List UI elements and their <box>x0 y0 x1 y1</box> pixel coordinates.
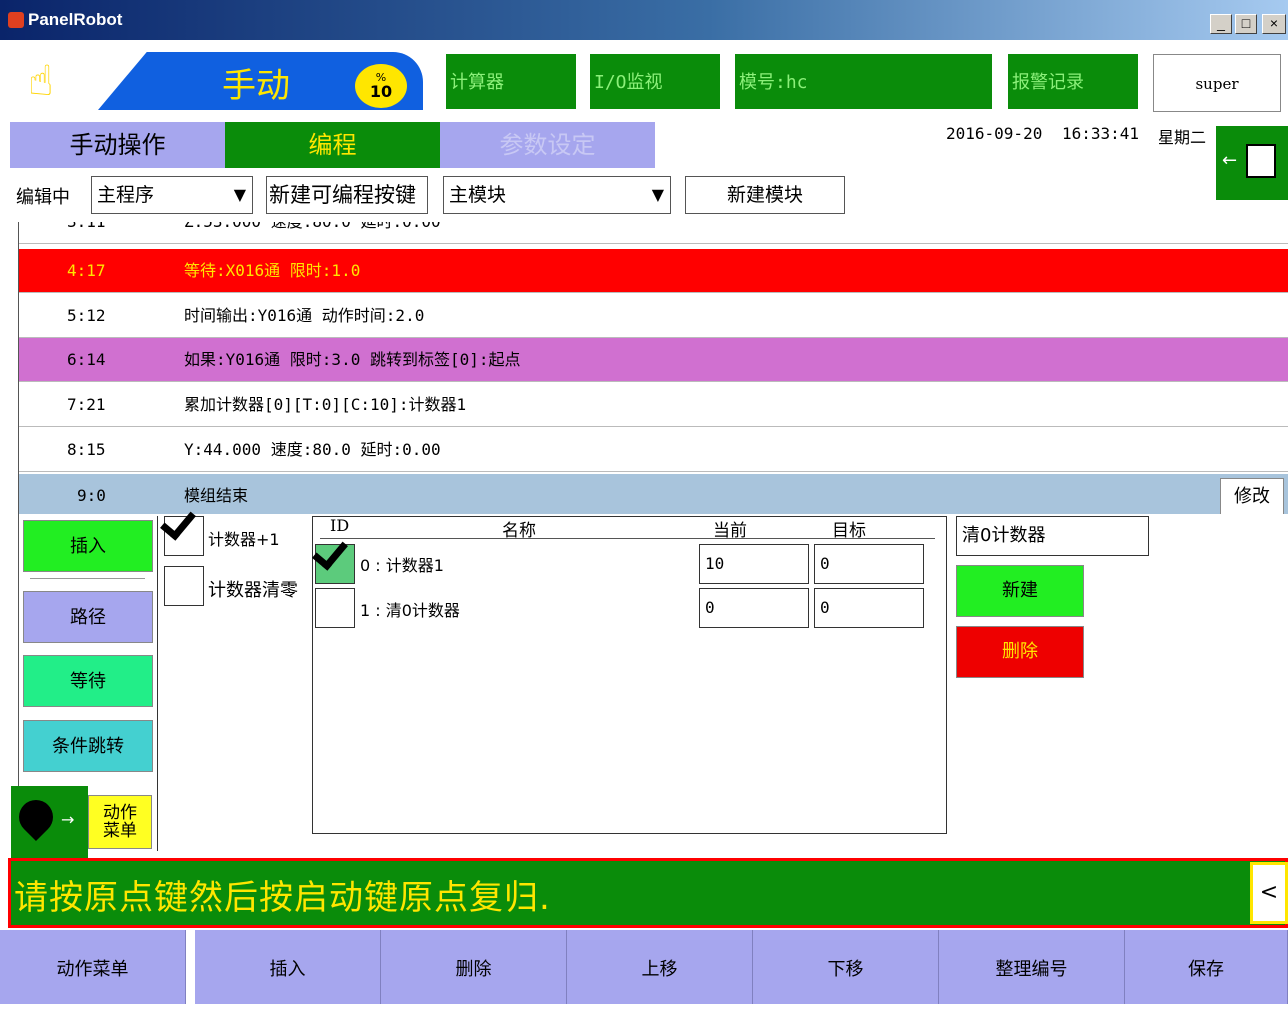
counter-clear-label: 计数器清零 <box>208 580 298 601</box>
counter-target-input[interactable]: 0 <box>814 588 924 628</box>
new-counter-button[interactable]: 新建 <box>956 565 1084 617</box>
row-number: 7:21 <box>67 395 106 414</box>
counter-current-input[interactable]: 10 <box>699 544 809 584</box>
counter-current-input[interactable]: 0 <box>699 588 809 628</box>
action-menu-line1: 动作 <box>103 803 137 823</box>
program-row[interactable]: 4:17 等待:X016通 限时:1.0 <box>19 249 1288 293</box>
row-text: 模组结束 <box>184 486 249 505</box>
program-row[interactable]: 8:15 Y:44.000 速度:80.0 延时:0.00 <box>19 428 1288 472</box>
conditional-jump-button[interactable]: 条件跳转 <box>23 720 153 772</box>
row-text: 如果:Y016通 限时:3.0 跳转到标签[0]:起点 <box>184 350 521 369</box>
row-text: Z:53.000 速度:80.0 延时:0.00 <box>184 222 441 244</box>
io-monitor-button[interactable]: I/O监视 <box>590 54 720 109</box>
move-up-tab[interactable]: 上移 <box>567 930 753 1004</box>
counter-clear-checkbox[interactable] <box>164 566 204 606</box>
arrow-left-icon: ← <box>1222 150 1238 171</box>
map-pin-icon <box>11 792 61 842</box>
program-select-value: 主程序 <box>97 184 155 206</box>
dropdown-arrow-icon: ▼ <box>233 185 246 204</box>
speed-gauge[interactable]: % 10 <box>355 64 407 108</box>
dropdown-arrow-icon: ▼ <box>651 185 664 204</box>
delete-counter-button[interactable]: 删除 <box>956 626 1084 678</box>
program-row[interactable]: 6:14 如果:Y016通 限时:3.0 跳转到标签[0]:起点 <box>19 338 1288 382</box>
row-number: 3:11 <box>67 222 106 244</box>
counter-target-input[interactable]: 0 <box>814 544 924 584</box>
divider <box>157 516 158 851</box>
calculator-button[interactable]: 计算器 <box>446 54 576 109</box>
new-programmable-key-button[interactable]: 新建可编程按键 <box>266 176 428 214</box>
origin-locate-button[interactable]: → <box>11 786 88 864</box>
renumber-tab[interactable]: 整理编号 <box>939 930 1125 1004</box>
maximize-button[interactable]: □ <box>1235 14 1257 34</box>
counter-plus-label: 计数器+1 <box>208 530 280 549</box>
program-select[interactable]: 主程序 ▼ <box>91 176 253 214</box>
delete-tab[interactable]: 删除 <box>381 930 567 1004</box>
row-number: 9:0 <box>77 486 106 505</box>
tab-program[interactable]: 编程 <box>225 122 440 168</box>
row-text: 累加计数器[0][T:0][C:10]:计数器1 <box>184 395 467 414</box>
program-row[interactable]: 7:21 累加计数器[0][T:0][C:10]:计数器1 <box>19 383 1288 427</box>
editing-label: 编辑中 <box>16 187 70 208</box>
action-menu-button[interactable]: 动作 菜单 <box>88 795 152 849</box>
close-button[interactable]: × <box>1262 14 1286 34</box>
row-number: 5:12 <box>67 306 106 325</box>
weekday-text: 星期二 <box>1158 128 1207 147</box>
app-logo-icon <box>8 12 24 28</box>
new-module-button[interactable]: 新建模块 <box>685 176 845 214</box>
module-select[interactable]: 主模块 ▼ <box>443 176 671 214</box>
program-list[interactable]: 3:11 Z:53.000 速度:80.0 延时:0.00 4:17 等待:X016… <box>18 222 1288 514</box>
module-select-value: 主模块 <box>449 184 507 206</box>
date-text: 2016-09-20 <box>946 124 1043 143</box>
counter-row-label: 1 : 清0计数器 <box>360 601 460 620</box>
row-text: 时间输出:Y016通 动作时间:2.0 <box>184 306 425 325</box>
minimize-button[interactable]: _ <box>1210 14 1232 34</box>
action-menu-line2: 菜单 <box>103 821 137 841</box>
row-number: 6:14 <box>67 350 106 369</box>
alarm-record-button[interactable]: 报警记录 <box>1008 54 1138 109</box>
insert-button[interactable]: 插入 <box>23 520 153 572</box>
keyboard-toggle-button[interactable]: ← <box>1216 126 1288 200</box>
program-row[interactable]: 3:11 Z:53.000 速度:80.0 延时:0.00 <box>19 222 1288 244</box>
action-menu-tab[interactable]: 动作菜单 <box>0 930 186 1004</box>
title-bar: PanelRobot _ □ × <box>0 0 1288 40</box>
modify-button[interactable]: 修改 <box>1220 478 1284 516</box>
hand-icon[interactable]: ☝ <box>28 58 54 104</box>
program-row[interactable]: 5:12 时间输出:Y016通 动作时间:2.0 <box>19 294 1288 338</box>
mode-label: 手动 <box>222 66 290 106</box>
divider <box>320 538 935 539</box>
program-row[interactable]: 9:0 模组结束 <box>19 474 1288 514</box>
row-number: 8:15 <box>67 440 106 459</box>
col-id: ID <box>330 516 350 535</box>
message-text: 请按原点键然后按启动键原点复归. <box>14 878 551 918</box>
collapse-button[interactable]: < <box>1250 862 1288 924</box>
time-text: 16:33:41 <box>1062 124 1140 143</box>
window-title: PanelRobot <box>28 10 123 29</box>
path-button[interactable]: 路径 <box>23 591 153 643</box>
tab-manual[interactable]: 手动操作 <box>10 122 225 168</box>
move-down-tab[interactable]: 下移 <box>753 930 939 1004</box>
save-tab[interactable]: 保存 <box>1125 930 1288 1004</box>
tab-params[interactable]: 参数设定 <box>440 122 655 168</box>
arrow-right-icon: → <box>61 810 75 829</box>
insert-tab[interactable]: 插入 <box>195 930 381 1004</box>
row-text: 等待:X016通 限时:1.0 <box>184 261 361 280</box>
row-number: 4:17 <box>67 261 106 280</box>
speed-value: 10 <box>369 82 393 101</box>
counter-row-checkbox[interactable] <box>315 588 355 628</box>
counter-row-label: 0 : 计数器1 <box>360 556 444 575</box>
keypad-icon <box>1246 144 1276 178</box>
divider <box>30 578 145 579</box>
mold-number-button[interactable]: 模号:hc <box>735 54 992 109</box>
row-text: Y:44.000 速度:80.0 延时:0.00 <box>184 440 441 459</box>
user-button[interactable]: super <box>1153 54 1281 112</box>
wait-button[interactable]: 等待 <box>23 655 153 707</box>
counter-name-input[interactable]: 清0计数器 <box>956 516 1149 556</box>
